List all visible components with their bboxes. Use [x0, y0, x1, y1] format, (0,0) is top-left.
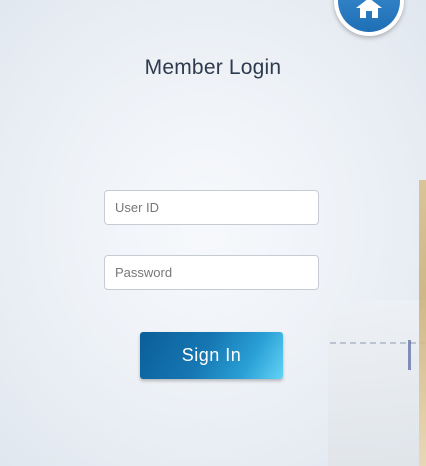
- background-edge-image: [419, 180, 426, 466]
- home-button-face[interactable]: [338, 0, 400, 32]
- background-figure-image: [328, 300, 426, 466]
- home-icon: [356, 0, 382, 18]
- sign-in-button[interactable]: Sign In: [140, 332, 283, 379]
- page-title: Member Login: [144, 56, 282, 79]
- user-id-input[interactable]: [104, 190, 319, 225]
- password-input[interactable]: [104, 255, 319, 290]
